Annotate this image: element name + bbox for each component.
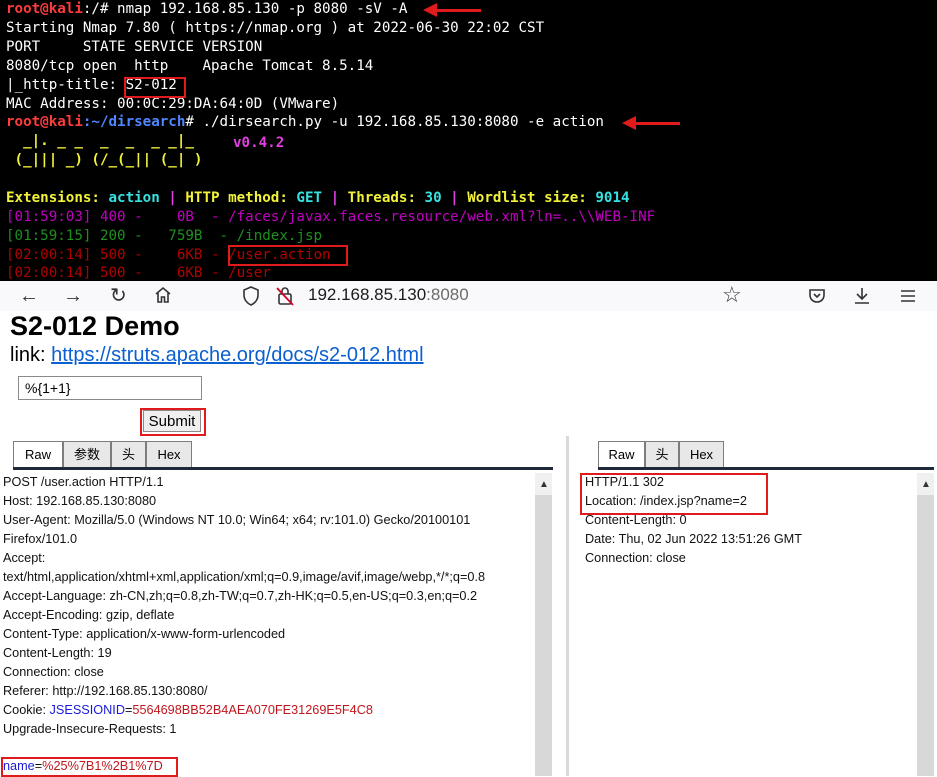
dirsearch-command: ./dirsearch.py -u 192.168.85.130:8080 -e…	[202, 114, 604, 130]
scroll-thumb[interactable]	[917, 495, 934, 776]
scroll-thumb[interactable]	[535, 495, 552, 776]
terminal-line: 8080/tcp open http Apache Tomcat 8.5.14	[6, 58, 374, 74]
terminal-window: root@kali:/# nmap 192.168.85.130 -p 8080…	[0, 0, 937, 281]
highlight-box-user-action	[228, 245, 348, 266]
terminal-line: Starting Nmap 7.80 ( https://nmap.org ) …	[6, 20, 545, 36]
tab-request-headers[interactable]: 头	[111, 441, 146, 467]
wordlist-label: Wordlist size:	[467, 190, 596, 206]
link-label: link:	[10, 344, 52, 366]
separator: |	[159, 190, 186, 206]
request-line: Host: 192.168.85.130:8080	[3, 494, 157, 508]
dirsearch-version: v0.4.2	[233, 135, 285, 151]
response-line: Content-Length: 0	[585, 513, 687, 527]
scroll-up-icon[interactable]: ▲	[539, 479, 549, 490]
nmap-command: nmap 192.168.85.130 -p 8080 -sV -A	[117, 1, 408, 17]
method-label: HTTP method:	[185, 190, 297, 206]
request-line: Accept-Language: zh-CN,zh;q=0.8,zh-TW;q=…	[3, 589, 478, 603]
red-arrow-icon	[423, 3, 481, 17]
payload-input[interactable]	[18, 376, 202, 400]
url-port: :8080	[426, 285, 469, 304]
reload-icon[interactable]: ↻	[110, 284, 127, 308]
request-line: User-Agent: Mozilla/5.0 (Windows NT 10.0…	[3, 513, 471, 527]
prompt-path: :~/dirsearch	[82, 114, 186, 130]
wordlist-value: 9014	[595, 190, 630, 206]
prompt-user: root@kali	[6, 1, 83, 17]
response-line: Date: Thu, 02 Jun 2022 13:51:26 GMT	[585, 532, 803, 546]
method-value: GET	[296, 190, 323, 206]
dirsearch-logo-line: (_||| _) (/_(_|| (_| )	[6, 152, 203, 168]
highlight-box-submit	[140, 408, 206, 436]
terminal-line-nmap-command: root@kali:/# nmap 192.168.85.130 -p 8080…	[6, 0, 407, 19]
tab-response-hex[interactable]: Hex	[679, 441, 724, 467]
cookie-value: 5564698BB52B4AEA070FE31269E5F4C8	[132, 703, 373, 717]
dirsearch-config-line: Extensions: action | HTTP method: GET | …	[6, 189, 630, 208]
request-line: POST /user.action HTTP/1.1	[3, 475, 164, 489]
request-line: Accept:	[3, 551, 46, 565]
url-host: 192.168.85.130	[308, 285, 427, 304]
request-line: Connection: close	[3, 665, 104, 679]
pocket-icon[interactable]	[807, 286, 827, 312]
docs-link[interactable]: https://struts.apache.org/docs/s2-012.ht…	[51, 344, 423, 366]
highlight-box-http-title	[124, 77, 186, 98]
prompt-path: :/#	[82, 1, 118, 17]
response-scrollbar[interactable]: ▲	[917, 473, 934, 776]
ext-label: Extensions:	[6, 190, 109, 206]
request-line: Firefox/101.0	[3, 532, 78, 546]
highlight-box-response	[580, 473, 768, 515]
request-line: Content-Type: application/x-www-form-url…	[3, 627, 286, 641]
response-line: Connection: close	[585, 551, 686, 565]
home-icon[interactable]	[153, 285, 173, 311]
prompt-user: root@kali	[6, 114, 83, 130]
separator: |	[441, 190, 468, 206]
prompt-hash: #	[185, 114, 203, 130]
pane-divider[interactable]	[566, 436, 569, 776]
url-text[interactable]: 192.168.85.130:8080	[308, 285, 469, 305]
tab-underline	[598, 467, 934, 470]
dirsearch-result: [01:59:15] 200 - 759B - /index.jsp	[6, 228, 323, 244]
no-lock-icon[interactable]	[275, 285, 295, 313]
http-title-label: |_http-title:	[6, 77, 126, 93]
tab-request-hex[interactable]: Hex	[146, 441, 192, 467]
cookie-label: Cookie:	[3, 703, 50, 717]
red-arrow-icon	[622, 116, 680, 130]
request-line: Content-Length: 19	[3, 646, 112, 660]
request-line: Referer: http://192.168.85.130:8080/	[3, 684, 208, 698]
download-icon[interactable]	[852, 286, 872, 312]
result-prefix: [02:00:14] 500 - 6KB -	[6, 247, 229, 263]
tab-response-headers[interactable]: 头	[645, 441, 679, 467]
terminal-line-dirsearch-command: root@kali:~/dirsearch# ./dirsearch.py -u…	[6, 113, 604, 132]
request-line: Upgrade-Insecure-Requests: 1	[3, 722, 177, 736]
dirsearch-result: [01:59:03] 400 - 0B - /faces/javax.faces…	[6, 209, 656, 225]
request-cookie-line: Cookie: JSESSIONID=5564698BB52B4AEA070FE…	[3, 703, 373, 717]
tab-underline	[13, 467, 553, 470]
star-icon[interactable]: ☆	[722, 283, 742, 307]
terminal-line: PORT STATE SERVICE VERSION	[6, 39, 263, 55]
separator: |	[322, 190, 348, 206]
dirsearch-result: [02:00:14] 500 - 6KB - /user	[6, 265, 271, 281]
forward-icon[interactable]: →	[63, 284, 83, 308]
request-line: Accept-Encoding: gzip, deflate	[3, 608, 175, 622]
threads-value: 30	[424, 190, 442, 206]
scroll-up-icon[interactable]: ▲	[921, 479, 931, 490]
threads-label: Threads:	[347, 190, 425, 206]
link-line: link: https://struts.apache.org/docs/s2-…	[10, 344, 424, 367]
back-icon[interactable]: ←	[19, 284, 39, 308]
page-title: S2-012 Demo	[10, 311, 180, 341]
highlight-box-body	[1, 757, 178, 777]
menu-icon[interactable]	[898, 286, 918, 312]
shield-icon[interactable]	[241, 285, 261, 313]
request-line: text/html,application/xhtml+xml,applicat…	[3, 570, 486, 584]
cookie-name: JSESSIONID	[49, 703, 125, 717]
dirsearch-logo-line: _|. _ _ _ _ _ _|_	[6, 133, 194, 149]
request-scrollbar[interactable]: ▲	[535, 473, 552, 776]
tab-request-raw[interactable]: Raw	[13, 441, 63, 467]
tab-response-raw[interactable]: Raw	[598, 441, 645, 467]
tab-request-params[interactable]: 参数	[63, 441, 111, 467]
ext-value: action	[108, 190, 160, 206]
